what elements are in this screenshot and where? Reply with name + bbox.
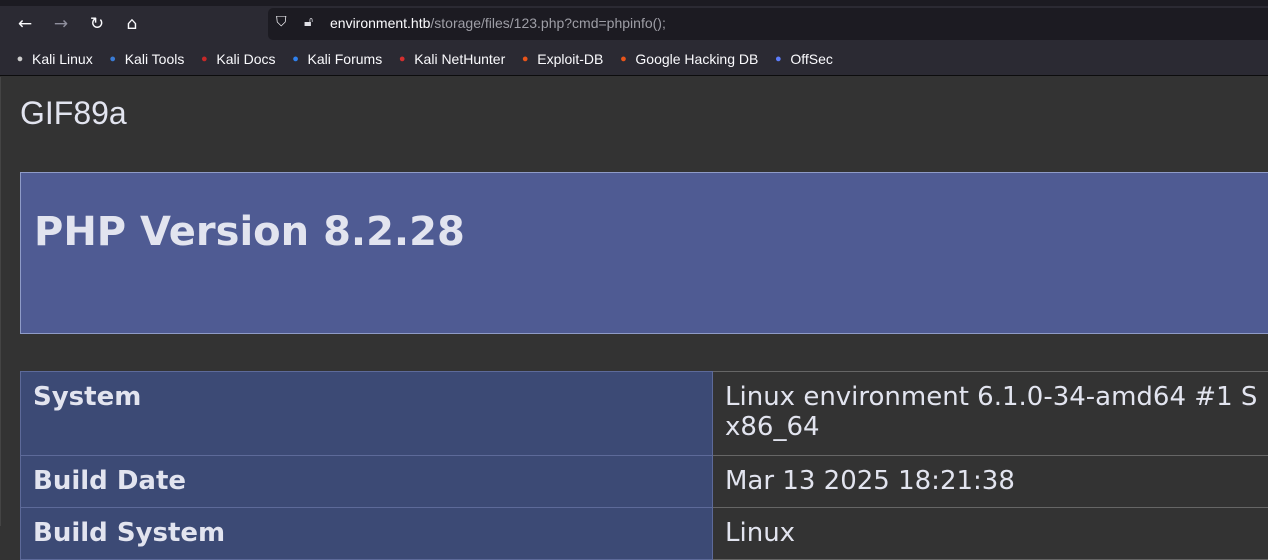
bookmark-label: Exploit-DB: [537, 51, 603, 67]
bookmark-kali-docs[interactable]: ●Kali Docs: [196, 51, 275, 67]
exploit-db-bug-icon: ●: [517, 51, 533, 67]
kali-docs-icon: ●: [196, 51, 212, 67]
nav-toolbar: ← → ↻ ⌂ ⛉ 🔓︎ environment.htb/storage/fil…: [0, 6, 1268, 42]
bookmark-label: Google Hacking DB: [635, 51, 758, 67]
table-row: Build Date Mar 13 2025 18:21:38: [21, 456, 1268, 508]
bookmark-google-hacking-db[interactable]: ●Google Hacking DB: [615, 51, 758, 67]
table-row: Build System Linux: [21, 508, 1268, 560]
bookmark-offsec[interactable]: ●OffSec: [770, 51, 833, 67]
bookmark-exploit-db[interactable]: ●Exploit-DB: [517, 51, 603, 67]
bookmark-kali-forums[interactable]: ●Kali Forums: [288, 51, 383, 67]
php-version-title: PHP Version 8.2.28: [34, 209, 465, 255]
kali-tools-icon: ●: [105, 51, 121, 67]
bookmark-label: Kali Linux: [32, 51, 93, 67]
nethunter-icon: ●: [394, 51, 410, 67]
row-key: Build System: [21, 508, 713, 560]
system-arch: x86_64: [725, 412, 820, 442]
row-value: Linux environment 6.1.0-34-amd64 #1 Sx86…: [713, 372, 1268, 456]
url-bar[interactable]: ⛉ 🔓︎ environment.htb/storage/files/123.p…: [268, 8, 1268, 40]
bookmark-kali-nethunter[interactable]: ●Kali NetHunter: [394, 51, 505, 67]
url-text[interactable]: environment.htb/storage/files/123.php?cm…: [330, 15, 666, 31]
kali-forums-icon: ●: [288, 51, 304, 67]
bookmark-label: Kali NetHunter: [414, 51, 505, 67]
gif-header-text: GIF89a: [20, 95, 127, 132]
insecure-lock-icon[interactable]: 🔓︎: [304, 14, 313, 30]
url-host: environment.htb: [330, 15, 430, 31]
php-version-header: PHP Version 8.2.28: [20, 172, 1268, 334]
bookmark-label: Kali Tools: [125, 51, 185, 67]
kali-dragon-icon: ●: [12, 51, 28, 67]
bookmarks-bar: ●Kali Linux●Kali Tools●Kali Docs●Kali Fo…: [0, 42, 1268, 76]
back-arrow-icon[interactable]: ←: [13, 12, 37, 36]
bookmark-label: OffSec: [790, 51, 833, 67]
page-content: GIF89a PHP Version 8.2.28 System Linux e…: [0, 77, 1268, 526]
phpinfo-table: System Linux environment 6.1.0-34-amd64 …: [20, 371, 1268, 560]
url-path: /storage/files/123.php?cmd=phpinfo();: [430, 15, 665, 31]
row-key: System: [21, 372, 713, 456]
bookmark-kali-linux[interactable]: ●Kali Linux: [12, 51, 93, 67]
home-icon[interactable]: ⌂: [120, 12, 144, 36]
row-value: Linux: [713, 508, 1268, 560]
bookmark-kali-tools[interactable]: ●Kali Tools: [105, 51, 185, 67]
shield-icon[interactable]: ⛉: [276, 14, 287, 30]
forward-arrow-icon[interactable]: →: [49, 12, 73, 36]
row-key: Build Date: [21, 456, 713, 508]
ghdb-bug-icon: ●: [615, 51, 631, 67]
bookmark-label: Kali Forums: [308, 51, 383, 67]
bookmark-label: Kali Docs: [216, 51, 275, 67]
system-value: Linux environment 6.1.0-34-amd64 #1 S: [725, 382, 1257, 412]
row-value: Mar 13 2025 18:21:38: [713, 456, 1268, 508]
table-row: System Linux environment 6.1.0-34-amd64 …: [21, 372, 1268, 456]
reload-icon[interactable]: ↻: [85, 12, 109, 36]
offsec-icon: ●: [770, 51, 786, 67]
